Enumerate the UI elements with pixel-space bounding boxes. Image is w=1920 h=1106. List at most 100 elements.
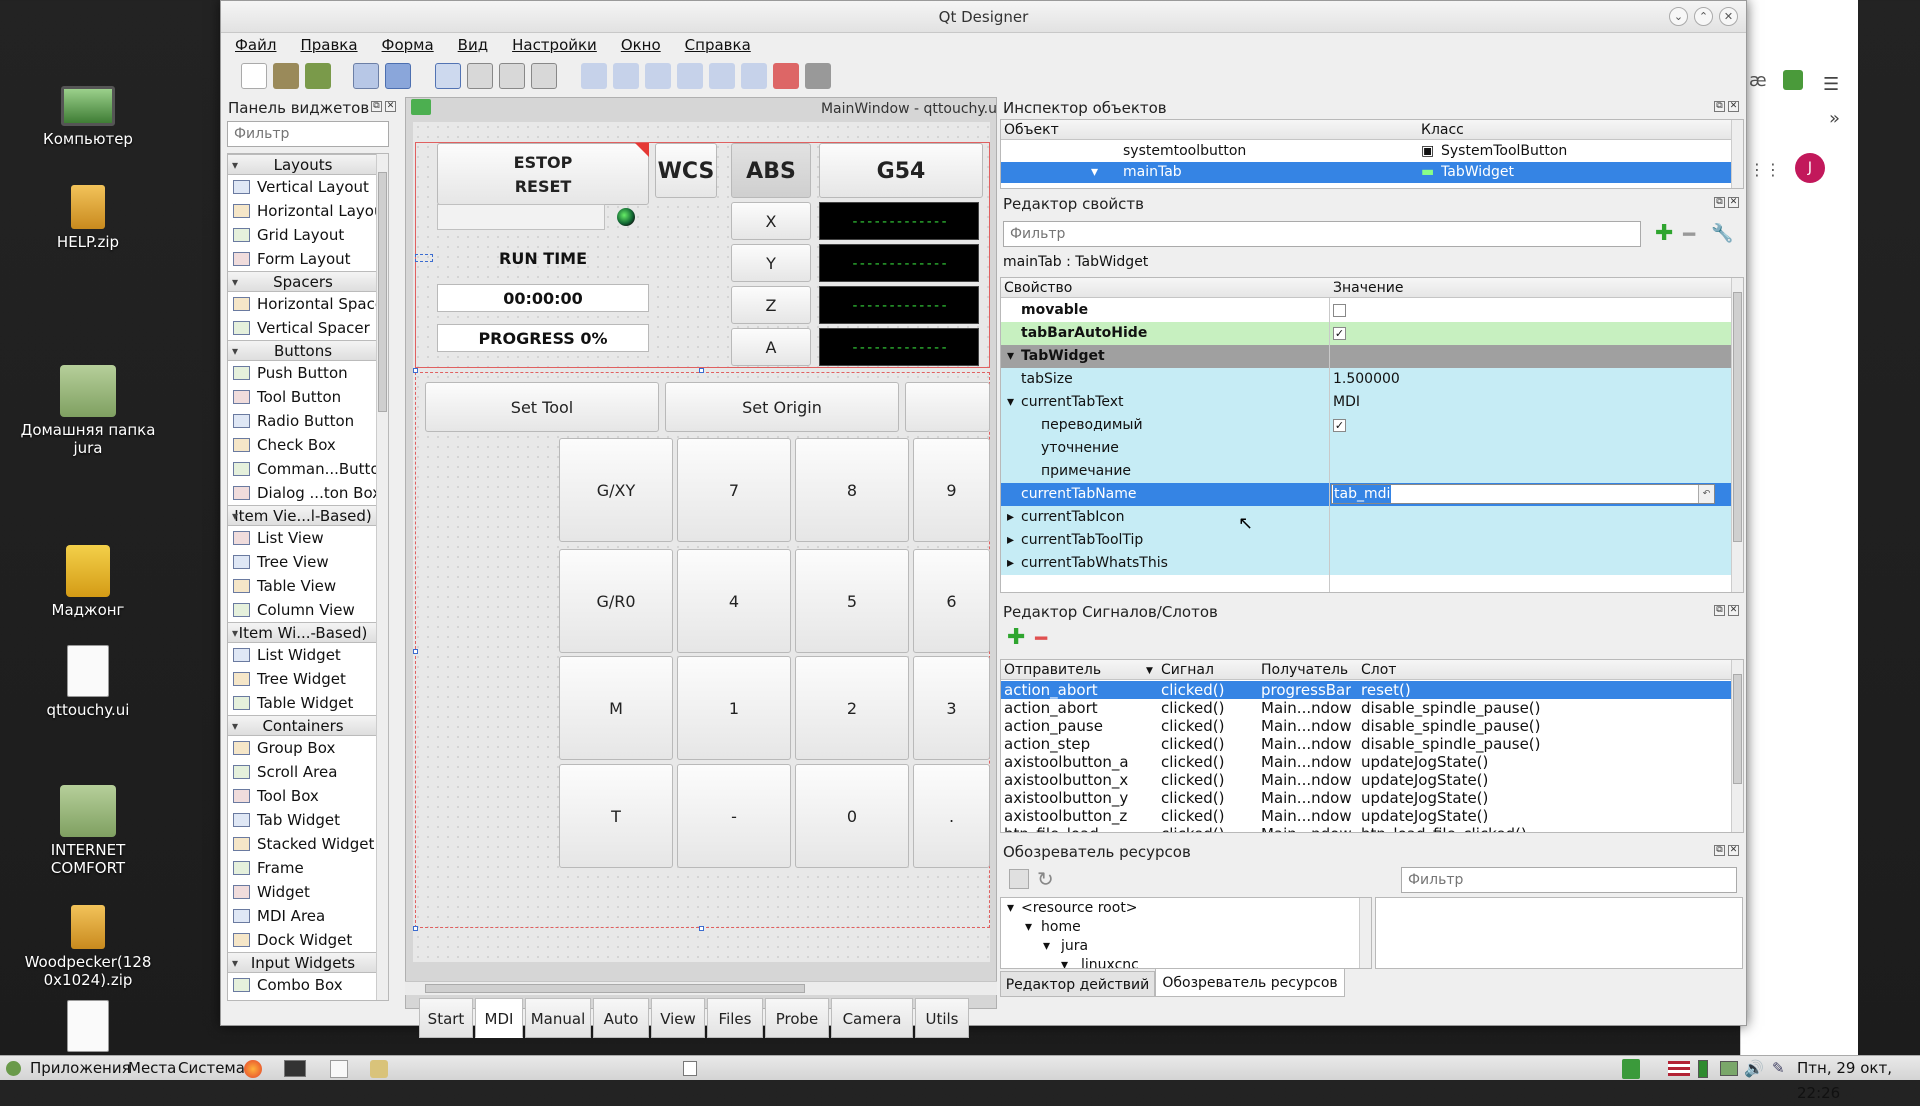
signal-slot-scrollbar[interactable] [1731, 660, 1743, 832]
keypad-key[interactable]: 8 [795, 438, 909, 542]
chevron-down-icon[interactable]: ▾ [1007, 345, 1014, 368]
widget-item[interactable]: Vertical Spacer [228, 316, 378, 340]
distro-logo-icon[interactable] [6, 1061, 21, 1076]
widget-item[interactable]: Form Layout [228, 247, 378, 271]
keypad-key[interactable]: M [559, 656, 673, 760]
keypad-key[interactable]: 3 [913, 656, 990, 760]
connection-row[interactable]: axistoolbutton_x clicked() Main...ndow upda… [1001, 771, 1731, 789]
object-row[interactable]: systemtoolbutton ▣ SystemToolButton [1001, 141, 1731, 162]
open-file-icon[interactable] [273, 63, 299, 89]
menu-item-0[interactable]: Файл [221, 33, 286, 57]
vertical-splitter-icon[interactable] [677, 63, 703, 89]
tab-auto[interactable]: Auto [593, 998, 649, 1038]
update-notifier-icon[interactable] [1622, 1059, 1640, 1079]
widget-item[interactable]: Column View [228, 598, 378, 622]
widget-item[interactable]: Dialog ...ton Box [228, 481, 381, 505]
property-row[interactable]: ▸ currentTabToolTip [1001, 529, 1731, 552]
keypad-key[interactable]: 7 [677, 438, 791, 542]
widget-item[interactable]: Grid Layout [228, 223, 378, 247]
axis-button-x[interactable]: X [731, 202, 811, 240]
reload-icon[interactable]: ↻ [1037, 867, 1054, 891]
axis-button-z[interactable]: Z [731, 286, 811, 324]
widget-item[interactable]: Horizontal Layout [228, 199, 388, 223]
tree-item[interactable]: ▾ linuxcnc [1001, 956, 1361, 968]
set-origin-button[interactable]: Set Origin [665, 382, 899, 432]
connection-row[interactable]: btn_file_load clicked() Main...ndow btn_loa… [1001, 825, 1731, 832]
bring-front-icon[interactable] [385, 63, 411, 89]
reset-value-icon[interactable]: ↶ [1698, 485, 1714, 503]
keypad-key[interactable]: G/R0 [559, 549, 673, 653]
network-icon[interactable] [1720, 1061, 1738, 1076]
tab-resource-browser[interactable]: Обозреватель ресурсов [1155, 969, 1345, 997]
grid-layout-icon[interactable] [709, 63, 735, 89]
widget-category[interactable]: Spacers [228, 271, 378, 293]
connection-row[interactable]: axistoolbutton_z clicked() Main...ndow upda… [1001, 807, 1731, 825]
add-property-icon[interactable]: ✚ [1655, 223, 1673, 245]
widget-item[interactable]: Tree Widget [228, 667, 378, 691]
widget-category[interactable]: Buttons [228, 340, 378, 362]
chevron-right-icon[interactable]: ▸ [1007, 529, 1014, 552]
tab-start[interactable]: Start [419, 998, 473, 1038]
widget-item[interactable]: Horizontal Spacer [228, 292, 388, 316]
horizontal-layout-icon[interactable] [581, 63, 607, 89]
widget-item[interactable]: Radio Button [228, 409, 378, 433]
widget-item[interactable]: Widget [228, 880, 378, 904]
widget-item[interactable]: Vertical Layout [228, 175, 378, 199]
connection-row[interactable]: action_abort clicked() Main...ndow disable_… [1001, 699, 1731, 717]
widget-item[interactable]: List Widget [228, 643, 378, 667]
widget-item[interactable]: Table Widget [228, 691, 378, 715]
set-tool-button[interactable]: Set Tool [425, 382, 659, 432]
selection-handle[interactable] [699, 368, 704, 373]
tab-probe[interactable]: Probe [765, 998, 829, 1038]
chevron-right-icon[interactable]: ▸ [1007, 552, 1014, 575]
tab-utils[interactable]: Utils [915, 998, 969, 1038]
widget-category[interactable]: Item Wi...-Based) [228, 622, 378, 644]
keypad-key[interactable]: 1 [677, 656, 791, 760]
connection-row[interactable]: action_abort clicked() progressBar reset() [1001, 681, 1731, 699]
chevron-right-icon[interactable]: ▸ [1007, 506, 1014, 529]
object-row-selected[interactable]: ▾ mainTab ▬ TabWidget [1001, 162, 1731, 183]
desktop-icon-qttouchy-ui[interactable]: qttouchy.ui [18, 645, 158, 719]
window-list-button[interactable] [683, 1061, 697, 1076]
download-icon[interactable] [1783, 70, 1803, 90]
widget-item[interactable]: MDI Area [228, 904, 378, 928]
desktop-icon-computer[interactable]: Компьютер [18, 80, 158, 148]
system-menu[interactable]: Система [178, 1056, 245, 1081]
dock-float-icon[interactable]: ⧉ [1714, 605, 1725, 616]
widget-item[interactable]: Frame [228, 856, 378, 880]
tab-files[interactable]: Files [707, 998, 763, 1038]
widget-category[interactable]: Input Widgets [228, 952, 378, 974]
wcs-button[interactable]: WCS [655, 143, 717, 198]
tab-action-editor[interactable]: Редактор действий [1000, 971, 1155, 997]
property-value[interactable]: tab_mdi [1333, 485, 1392, 503]
axis-button-y[interactable]: Y [731, 244, 811, 282]
widget-filter-input[interactable] [227, 121, 389, 147]
property-row[interactable]: tabBarAutoHide ✓ [1001, 322, 1731, 345]
app-launcher-icon[interactable] [370, 1060, 388, 1078]
menu-item-5[interactable]: Окно [607, 33, 671, 57]
form-layout-icon[interactable] [741, 63, 767, 89]
property-row[interactable]: tabSize 1.500000 [1001, 368, 1731, 391]
widget-list-scrollbar[interactable] [376, 154, 388, 1000]
widget-item[interactable]: Check Box [228, 433, 378, 457]
widget-item[interactable]: Comman...Button [228, 457, 388, 481]
property-value[interactable]: MDI [1333, 391, 1360, 414]
menu-item-1[interactable]: Правка [286, 33, 367, 57]
places-menu[interactable]: Места [128, 1056, 176, 1081]
property-row[interactable]: уточнение [1001, 437, 1731, 460]
dock-close-icon[interactable]: ✕ [1728, 101, 1739, 112]
widget-item[interactable]: Tab Widget [228, 808, 378, 832]
minimize-button[interactable]: ⌄ [1669, 7, 1688, 26]
vertical-layout-icon[interactable] [613, 63, 639, 89]
keypad-key[interactable]: 6 [913, 549, 990, 653]
maximize-button[interactable]: ⌃ [1694, 7, 1713, 26]
applications-menu[interactable]: Приложения [30, 1056, 131, 1081]
apps-grid-icon[interactable]: ⋮⋮ [1749, 160, 1781, 180]
dock-float-icon[interactable]: ⧉ [1714, 101, 1725, 112]
selection-handle[interactable] [413, 649, 418, 654]
connection-row[interactable]: action_step clicked() Main...ndow disable_s… [1001, 735, 1731, 753]
menu-item-4[interactable]: Настройки [498, 33, 607, 57]
property-checkbox[interactable]: ✓ [1333, 327, 1346, 340]
selection-handle[interactable] [413, 368, 418, 373]
edit-widgets-icon[interactable] [435, 63, 461, 89]
